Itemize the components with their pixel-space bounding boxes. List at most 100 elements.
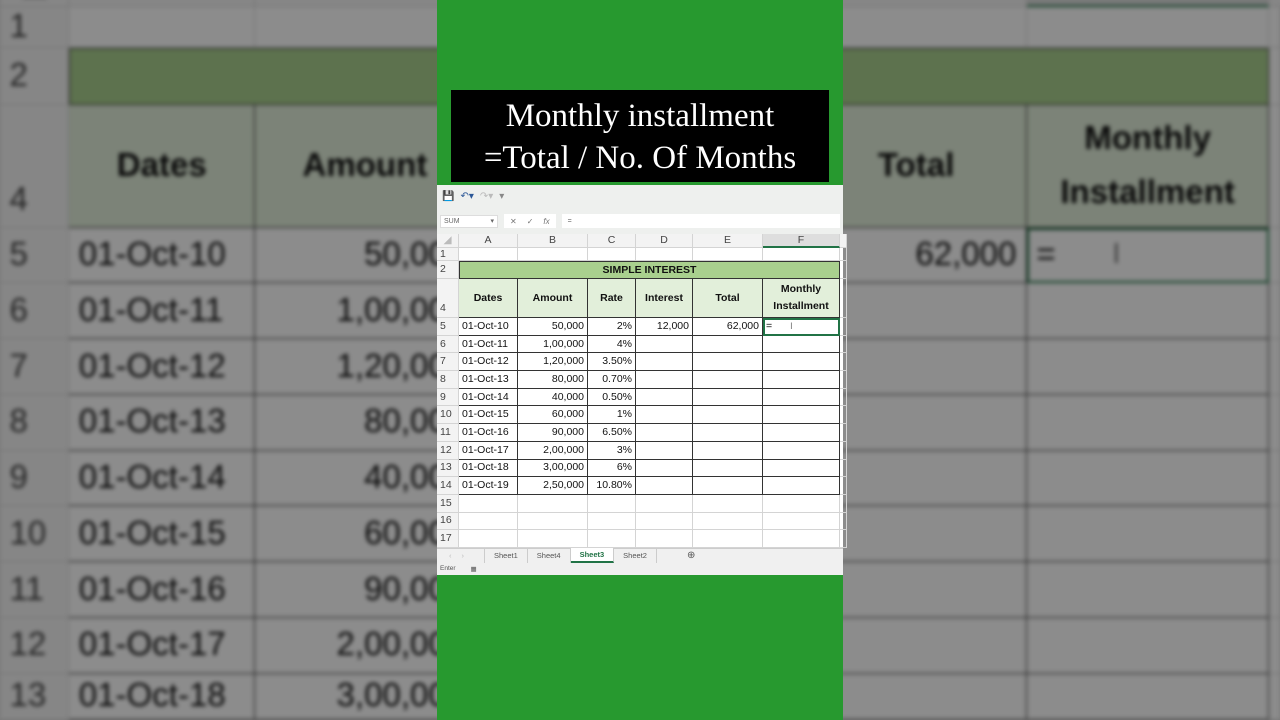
row-header[interactable]: 6 bbox=[0, 283, 70, 340]
formula-input[interactable]: = bbox=[561, 214, 840, 228]
cell[interactable] bbox=[840, 441, 847, 460]
spreadsheet-grid[interactable]: ◢ A B C D E F 1 2 SIMPLE INTEREST 4 Dates Amount Rate… bbox=[437, 234, 847, 548]
header-dates[interactable]: Dates bbox=[69, 104, 256, 228]
cell-total[interactable] bbox=[693, 459, 763, 478]
cell-date[interactable]: 01-Oct-12 bbox=[459, 353, 518, 372]
cell-date[interactable]: 01-Oct-14 bbox=[459, 388, 518, 407]
row-header[interactable]: 8 bbox=[0, 394, 70, 451]
cell-total[interactable]: 62,000 bbox=[693, 318, 763, 336]
cell[interactable] bbox=[588, 494, 636, 513]
column-header-a[interactable]: A bbox=[69, 0, 256, 8]
customize-icon[interactable]: ▾ bbox=[499, 191, 504, 202]
cell-total[interactable] bbox=[693, 424, 763, 442]
cell[interactable] bbox=[840, 248, 847, 261]
cell-amount[interactable]: 1,00,000 bbox=[518, 335, 588, 354]
cell[interactable] bbox=[518, 512, 588, 531]
cell[interactable] bbox=[763, 494, 840, 513]
row-header[interactable]: 6 bbox=[437, 335, 459, 354]
redo-icon[interactable]: ↷▾ bbox=[480, 191, 493, 202]
header-monthly-installment[interactable]: Monthly Installment bbox=[1026, 104, 1270, 228]
cell-interest[interactable] bbox=[636, 371, 693, 389]
macro-record-icon[interactable]: ▦ bbox=[471, 565, 477, 573]
row-header[interactable]: 16 bbox=[437, 512, 459, 531]
cell[interactable] bbox=[1269, 283, 1280, 340]
cell[interactable] bbox=[840, 494, 847, 513]
sheet-tab-sheet1[interactable]: Sheet1 bbox=[485, 548, 528, 564]
cell-monthly-installment[interactable] bbox=[1026, 617, 1270, 674]
cell-date[interactable]: 01-Oct-17 bbox=[459, 441, 518, 460]
table-title[interactable]: SIMPLE INTEREST bbox=[459, 261, 840, 279]
row-header[interactable]: 14 bbox=[437, 477, 459, 495]
row-header[interactable]: 5 bbox=[0, 227, 70, 284]
cell-amount[interactable]: 2,50,000 bbox=[518, 477, 588, 495]
select-all-corner[interactable]: ◢ bbox=[0, 0, 70, 8]
cell[interactable] bbox=[518, 248, 588, 261]
cell-date[interactable]: 01-Oct-10 bbox=[459, 318, 518, 336]
insert-function-icon[interactable]: fx bbox=[543, 217, 549, 226]
row-header[interactable]: 8 bbox=[437, 371, 459, 389]
row-header[interactable]: 1 bbox=[0, 7, 70, 49]
cell[interactable] bbox=[763, 512, 840, 531]
row-header[interactable]: 10 bbox=[437, 406, 459, 425]
cell-monthly-installment[interactable] bbox=[763, 424, 840, 442]
row-header[interactable]: 4 bbox=[0, 104, 70, 228]
cell-rate[interactable]: 4% bbox=[588, 335, 636, 354]
column-header-c[interactable]: C bbox=[588, 234, 636, 248]
cell[interactable] bbox=[1269, 7, 1280, 49]
cell[interactable] bbox=[1269, 562, 1280, 618]
cell[interactable] bbox=[763, 248, 840, 261]
cell[interactable] bbox=[636, 530, 693, 548]
undo-icon[interactable]: ↶▾ bbox=[460, 191, 473, 202]
cell-monthly-installment[interactable] bbox=[1026, 450, 1270, 507]
cell-rate[interactable]: 6% bbox=[588, 459, 636, 478]
cell-date[interactable]: 01-Oct-11 bbox=[69, 283, 256, 340]
row-header[interactable]: 2 bbox=[437, 261, 459, 279]
column-header-g[interactable] bbox=[1269, 0, 1280, 8]
select-all-corner[interactable]: ◢ bbox=[437, 234, 459, 248]
cell-monthly-installment[interactable] bbox=[763, 371, 840, 389]
cell-monthly-installment[interactable] bbox=[1026, 506, 1270, 563]
cell-amount[interactable]: 3,00,000 bbox=[518, 459, 588, 478]
cell-total[interactable] bbox=[693, 406, 763, 425]
row-header[interactable]: 5 bbox=[437, 318, 459, 336]
cell-rate[interactable]: 2% bbox=[588, 318, 636, 336]
cell-monthly-installment[interactable] bbox=[1026, 394, 1270, 451]
cancel-icon[interactable]: ✕ bbox=[510, 217, 517, 226]
row-header[interactable]: 2 bbox=[0, 48, 70, 105]
cell-date[interactable]: 01-Oct-15 bbox=[69, 506, 256, 563]
cell[interactable] bbox=[1269, 339, 1280, 395]
row-header[interactable]: 1 bbox=[437, 248, 459, 261]
cell-total[interactable] bbox=[693, 477, 763, 495]
cell[interactable] bbox=[840, 477, 847, 495]
enter-check-icon[interactable]: ✓ bbox=[527, 217, 534, 226]
cell-rate[interactable]: 1% bbox=[588, 406, 636, 425]
cell-amount[interactable]: 40,000 bbox=[518, 388, 588, 407]
column-header-f[interactable]: F bbox=[1026, 0, 1270, 8]
cell[interactable] bbox=[840, 388, 847, 407]
cell-amount[interactable]: 2,00,000 bbox=[518, 441, 588, 460]
cell-amount[interactable]: 80,000 bbox=[518, 371, 588, 389]
sheet-tab-sheet3[interactable]: Sheet3 bbox=[570, 548, 615, 564]
scroll-right-icon[interactable]: › bbox=[462, 551, 465, 560]
cell-monthly-installment[interactable] bbox=[763, 459, 840, 478]
cell[interactable] bbox=[840, 371, 847, 389]
cell-amount[interactable]: 50,000 bbox=[518, 318, 588, 336]
cell[interactable] bbox=[459, 530, 518, 548]
row-header[interactable]: 9 bbox=[437, 388, 459, 407]
cell-total[interactable] bbox=[693, 441, 763, 460]
column-header-e[interactable]: E bbox=[693, 234, 763, 248]
row-header[interactable]: 7 bbox=[437, 353, 459, 372]
cell-date[interactable]: 01-Oct-13 bbox=[69, 394, 256, 451]
cell[interactable] bbox=[693, 248, 763, 261]
header-total[interactable]: Total bbox=[693, 279, 763, 318]
cell[interactable] bbox=[1269, 395, 1280, 451]
cell-monthly-installment[interactable] bbox=[763, 406, 840, 425]
cell-date[interactable]: 01-Oct-19 bbox=[459, 477, 518, 495]
cell-date[interactable]: 01-Oct-14 bbox=[69, 450, 256, 507]
cell-amount[interactable]: 1,20,000 bbox=[518, 353, 588, 372]
cell[interactable] bbox=[840, 261, 847, 279]
cell[interactable] bbox=[69, 7, 256, 49]
cell[interactable] bbox=[518, 530, 588, 548]
cell-monthly-installment[interactable] bbox=[763, 477, 840, 495]
cell[interactable] bbox=[693, 512, 763, 531]
